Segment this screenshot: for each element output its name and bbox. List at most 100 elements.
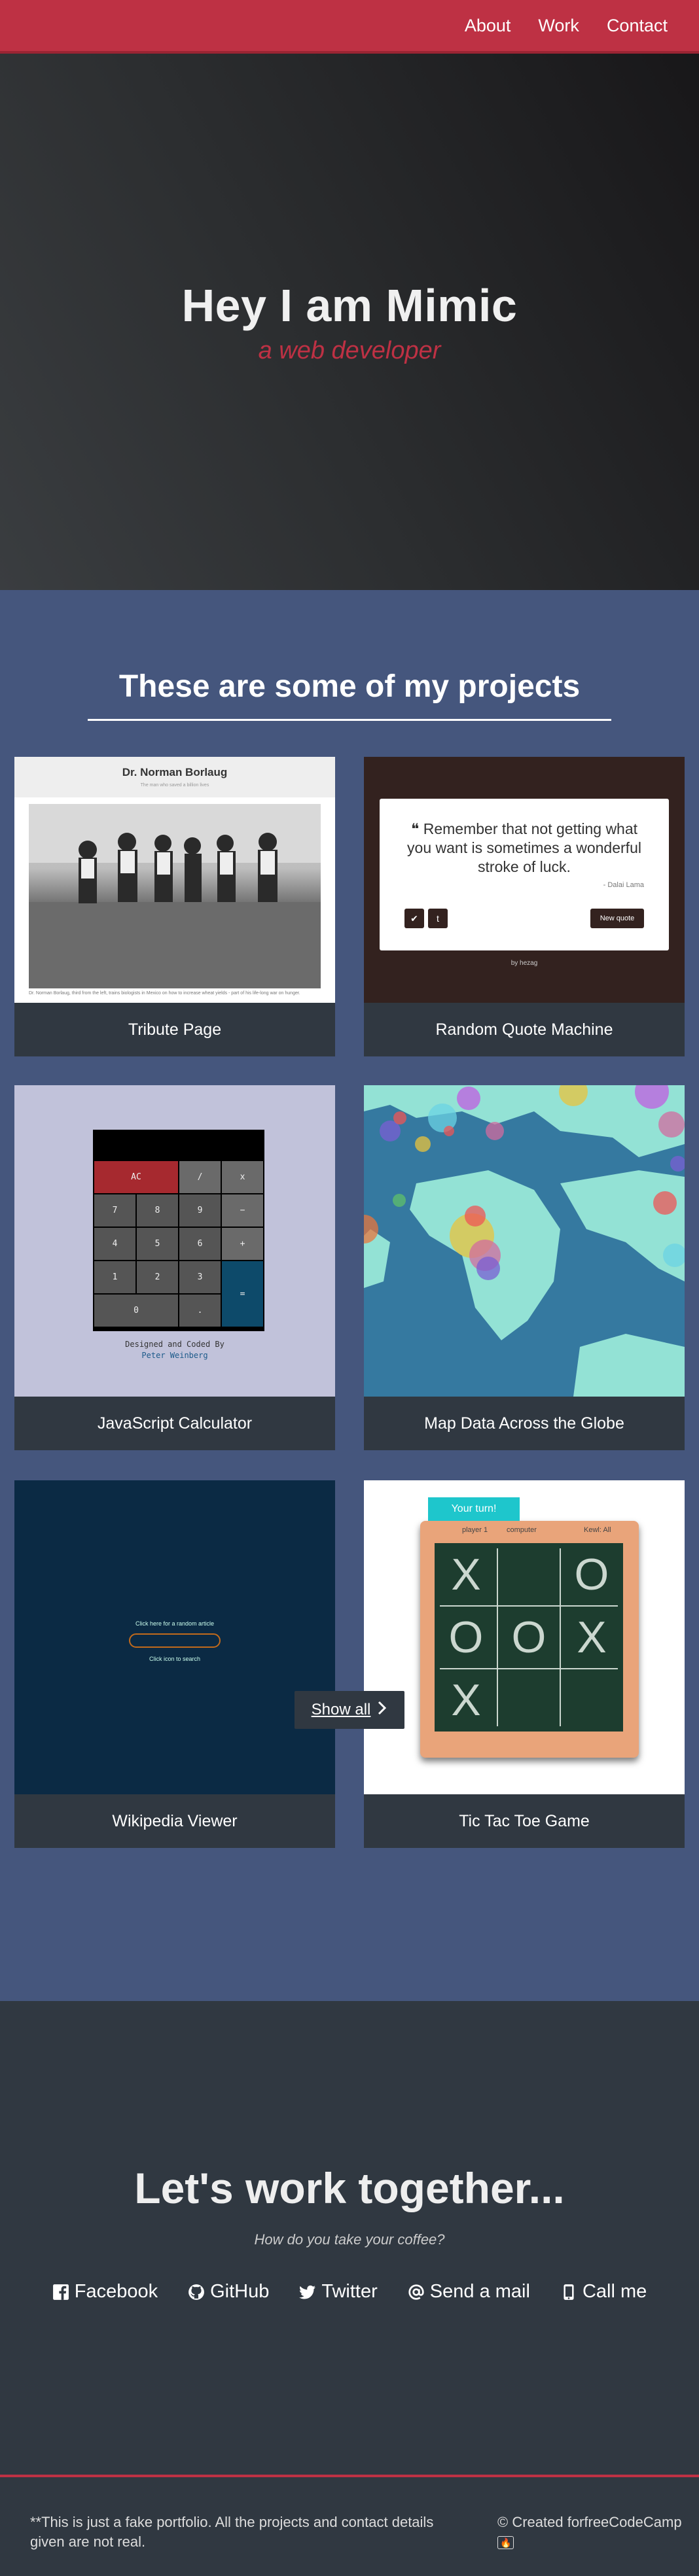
calculator-key: x [222,1161,263,1193]
project-title-text: JavaScript Calculator [97,1414,253,1433]
board-cell: O [511,1612,547,1662]
board-cell: O [448,1612,484,1662]
phone-link[interactable]: Call me [560,2281,647,2303]
calculator-key: 9 [179,1194,221,1227]
project-title: Wikipedia Viewer [14,1794,335,1848]
board-cell [497,1543,560,1606]
email-link[interactable]: Send a mail [408,2281,530,2303]
project-tile-tictactoe[interactable]: Your turn! player 1 computer Kewl: All X… [364,1480,685,1848]
navbar: About Work Contact [0,0,699,54]
mobile-icon [564,2284,574,2300]
facebook-label: Facebook [74,2281,158,2302]
footer-credit[interactable]: © Created forfreeCodeCamp 🔥 [497,2513,699,2551]
quote-mark-icon: ❝ [410,820,423,837]
project-title-text: Random Quote Machine [435,1020,613,1039]
footer: **This is just a fake portfolio. All the… [0,2475,699,2576]
game-board: XOOOXX [435,1543,623,1732]
calculator-display [93,1130,264,1161]
project-title-text: Wikipedia Viewer [112,1811,238,1830]
project-thumbnail: Your turn! player 1 computer Kewl: All X… [364,1480,685,1794]
player-label: player 1 [462,1526,488,1534]
new-quote-button: New quote [590,909,644,928]
quote-author: - Dalai Lama [603,881,644,889]
show-all-label: Show all [311,1701,371,1718]
search-input-graphic [129,1633,221,1648]
calculator-key: 0 [94,1295,178,1327]
calculator-key: 4 [94,1228,135,1260]
quote-byline: by hezag [511,960,538,967]
heading-underline [88,719,611,721]
chevron-right-icon [377,1701,387,1720]
calculator-key: 7 [94,1194,135,1227]
project-thumbnail: Dr. Norman Borlaug The man who saved a b… [14,757,335,1003]
footer-disclaimer: **This is just a fake portfolio. All the… [30,2514,434,2550]
footer-credit-text: © Created forfreeCodeCamp [497,2514,682,2530]
map-graphic [364,1085,685,1397]
nav-link-contact[interactable]: Contact [607,16,668,36]
thumb-subtitle: The man who saved a billion lives [140,783,209,788]
projects-section: These are some of my projects Dr. Norman… [0,590,699,2001]
quote-box: ❝ Remember that not getting what you wan… [380,799,669,950]
twitter-icon [299,2285,316,2299]
project-thumbnail [364,1085,685,1397]
project-title-text: Tic Tac Toe Game [459,1811,590,1830]
calculator-key: 2 [137,1261,178,1293]
credit-line-2: Peter Weinberg [141,1350,208,1360]
project-thumbnail: AC / x 7 8 9− 4 5 6 +1 2 3 = 0. Designed and Coded By… [14,1085,335,1397]
project-tile-calculator[interactable]: AC / x 7 8 9− 4 5 6 +1 2 3 = 0. Designed and Coded By… [14,1085,335,1450]
project-tile-map[interactable]: Map Data Across the Globe [364,1085,685,1450]
contact-links: Facebook GitHub Twitter Send a mail Call… [0,2281,699,2303]
calculator-key: 8 [137,1194,178,1227]
project-thumbnail: ❝ Remember that not getting what you wan… [364,757,685,1003]
calculator-key: + [222,1228,263,1260]
project-thumbnail: Click here for a random article Click ic… [14,1480,335,1794]
project-tile-quote[interactable]: ❝ Remember that not getting what you wan… [364,757,685,1056]
project-tile-wikipedia[interactable]: Click here for a random article Click ic… [14,1480,335,1848]
contact-section: Let's work together... How do you take y… [0,2001,699,2475]
github-link[interactable]: GitHub [188,2281,269,2303]
fcc-icon: 🔥 [497,2535,514,2549]
calculator-key: AC [94,1161,178,1193]
calculator-body: AC / x 7 8 9− 4 5 6 +1 2 3 = 0. [93,1130,264,1331]
project-tile-tribute[interactable]: Dr. Norman Borlaug The man who saved a b… [14,757,335,1056]
random-article-text: Click here for a random article [135,1620,215,1627]
thumb-photo [29,804,321,988]
nav-link-about[interactable]: About [465,16,511,36]
projects-heading: These are some of my projects [118,669,581,704]
calculator-keys: AC / x 7 8 9− 4 5 6 +1 2 3 = 0. [93,1161,264,1327]
calculator-key: 5 [137,1228,178,1260]
board-cell: X [451,1550,481,1599]
twitter-label: Twitter [321,2281,378,2302]
project-title: Random Quote Machine [364,1003,685,1056]
board-cell [560,1669,623,1732]
calculator-key: 6 [179,1228,221,1260]
computer-label: computer [507,1526,537,1534]
calculator-key: / [179,1161,221,1193]
calculator-key: − [222,1194,263,1227]
twitter-icon: ✔ [404,909,424,928]
quote-text: ❝ Remember that not getting what you wan… [406,820,643,876]
hero-subtitle: a web developer [258,336,441,364]
board-cell: X [577,1612,607,1662]
project-title: JavaScript Calculator [14,1397,335,1450]
github-label: GitHub [210,2281,270,2302]
thumb-title: Dr. Norman Borlaug [122,766,228,778]
credit-line-1: Designed and Coded By [125,1340,224,1349]
board-cell [497,1669,560,1732]
contact-heading: Let's work together... [134,2164,565,2212]
nav-link-work[interactable]: Work [538,16,579,36]
calculator-key: 1 [94,1261,135,1293]
score-label: Kewl: All [584,1526,611,1534]
contact-subheading: How do you take your coffee? [254,2231,445,2248]
board-cell: X [451,1675,481,1725]
thumb-caption: Dr. Norman Borlaug, third from the left,… [29,991,300,996]
calculator-key: 3 [179,1261,221,1293]
calculator-credit: Designed and Coded By Peter Weinberg [14,1339,335,1361]
show-all-button[interactable]: Show all [295,1691,404,1729]
search-hint-text: Click icon to search [149,1656,201,1662]
quote-body: Remember that not getting what you want … [407,820,641,875]
twitter-link[interactable]: Twitter [299,2281,378,2303]
facebook-link[interactable]: Facebook [52,2281,158,2303]
thumb-header: Dr. Norman Borlaug The man who saved a b… [14,757,335,797]
calculator-key: = [222,1261,263,1327]
